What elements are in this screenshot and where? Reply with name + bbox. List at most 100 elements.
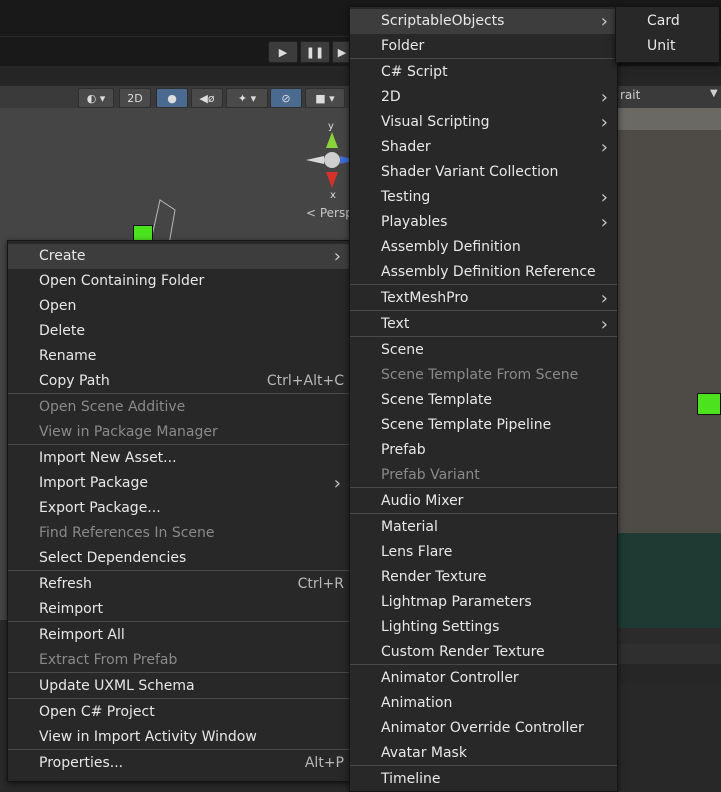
menu-item-avatar-mask[interactable]: Avatar Mask xyxy=(350,741,617,766)
menu-item-c-script[interactable]: C# Script xyxy=(350,60,617,85)
menu-item-find-references-in-scene: Find References In Scene xyxy=(8,521,350,546)
menu-item-textmeshpro[interactable]: TextMeshPro › xyxy=(350,286,617,311)
menu-item-animation[interactable]: Animation xyxy=(350,691,617,716)
menu-item-text[interactable]: Text › xyxy=(350,312,617,337)
menu-item-delete[interactable]: Delete xyxy=(8,319,350,344)
menu-item-playables[interactable]: Playables › xyxy=(350,210,617,235)
aspect-dropdown-label[interactable]: rait xyxy=(620,88,640,102)
menu-item-2d[interactable]: 2D › xyxy=(350,85,617,110)
perspective-label[interactable]: < Persp xyxy=(306,206,353,220)
menu-item-lightmap-parameters[interactable]: Lightmap Parameters xyxy=(350,590,617,615)
menu-item-import-package[interactable]: Import Package › xyxy=(8,471,350,496)
menu-item-label: Scene Template xyxy=(381,392,493,408)
menu-item-folder[interactable]: Folder xyxy=(350,34,617,59)
menu-separator xyxy=(8,444,350,445)
menu-item-lens-flare[interactable]: Lens Flare xyxy=(350,540,617,565)
camera-dropdown[interactable]: ■ ▾ xyxy=(305,88,345,108)
menu-item-view-in-package-manager: View in Package Manager xyxy=(8,420,350,445)
menu-separator xyxy=(8,570,350,571)
menu-item-label: Visual Scripting xyxy=(381,114,490,130)
chevron-down-icon[interactable]: ▼ xyxy=(710,88,718,99)
menu-item-label: Custom Render Texture xyxy=(381,644,545,660)
menu-item-update-uxml-schema[interactable]: Update UXML Schema xyxy=(8,674,350,699)
menu-item-export-package[interactable]: Export Package... xyxy=(8,496,350,521)
menu-item-refresh[interactable]: Refresh Ctrl+R xyxy=(8,572,350,597)
menu-item-scene[interactable]: Scene xyxy=(350,338,617,363)
pause-button[interactable]: ❚❚ xyxy=(300,41,330,63)
menu-item-properties[interactable]: Properties... Alt+P xyxy=(8,751,350,776)
menu-item-view-in-import-activity-window[interactable]: View in Import Activity Window xyxy=(8,725,350,750)
menu-item-reimport[interactable]: Reimport xyxy=(8,597,350,622)
menu-item-label: Shader Variant Collection xyxy=(381,164,559,180)
menu-item-import-new-asset[interactable]: Import New Asset... xyxy=(8,446,350,471)
menu-separator xyxy=(350,765,617,766)
menu-item-render-texture[interactable]: Render Texture xyxy=(350,565,617,590)
menu-item-label: TextMeshPro xyxy=(381,290,469,306)
menu-item-shader-variant-collection[interactable]: Shader Variant Collection xyxy=(350,160,617,185)
menu-item-scene-template[interactable]: Scene Template xyxy=(350,388,617,413)
menu-item-open-c-project[interactable]: Open C# Project xyxy=(8,700,350,725)
menu-item-label: Assembly Definition xyxy=(381,239,521,255)
menu-item-label: Unit xyxy=(647,38,676,54)
menu-item-animator-controller[interactable]: Animator Controller xyxy=(350,666,617,691)
chevron-right-icon: › xyxy=(600,288,608,309)
menu-item-label: Prefab xyxy=(381,442,426,458)
menu-item-animator-override-controller[interactable]: Animator Override Controller xyxy=(350,716,617,741)
menu-item-copy-path[interactable]: Copy Path Ctrl+Alt+C xyxy=(8,369,350,394)
menu-item-material[interactable]: Material xyxy=(350,515,617,540)
menu-item-label: Export Package... xyxy=(39,500,161,516)
menu-item-testing[interactable]: Testing › xyxy=(350,185,617,210)
menu-item-lighting-settings[interactable]: Lighting Settings xyxy=(350,615,617,640)
menu-item-timeline[interactable]: Timeline xyxy=(350,767,617,792)
menu-item-assembly-definition[interactable]: Assembly Definition xyxy=(350,235,617,260)
menu-item-label: Text xyxy=(381,316,410,332)
menu-separator xyxy=(8,749,350,750)
menu-separator xyxy=(350,513,617,514)
panel-strip-2 xyxy=(617,664,721,684)
chevron-right-icon: › xyxy=(600,187,608,208)
menu-item-label: Open xyxy=(39,298,77,314)
menu-item-label: View in Package Manager xyxy=(39,424,218,440)
menu-item-label: Avatar Mask xyxy=(381,745,467,761)
menu-item-open[interactable]: Open xyxy=(8,294,350,319)
menu-item-label: Scene Template Pipeline xyxy=(381,417,552,433)
toggle-2d-button[interactable]: 2D xyxy=(119,88,151,108)
menu-item-scriptableobjects[interactable]: ScriptableObjects › xyxy=(350,9,617,34)
menu-item-open-containing-folder[interactable]: Open Containing Folder xyxy=(8,269,350,294)
green-object-game xyxy=(697,393,721,415)
menu-separator xyxy=(350,487,617,488)
menu-item-shortcut: Alt+P xyxy=(304,755,344,771)
menu-item-create[interactable]: Create › xyxy=(8,244,350,269)
menu-item-audio-mixer[interactable]: Audio Mixer xyxy=(350,489,617,514)
menu-item-label: Render Texture xyxy=(381,569,487,585)
menu-item-custom-render-texture[interactable]: Custom Render Texture xyxy=(350,640,617,665)
menu-item-reimport-all[interactable]: Reimport All xyxy=(8,623,350,648)
menu-item-assembly-definition-reference[interactable]: Assembly Definition Reference xyxy=(350,260,617,285)
game-view[interactable] xyxy=(617,108,721,533)
shading-mode-dropdown[interactable]: ◐ ▾ xyxy=(78,88,114,108)
chevron-right-icon: › xyxy=(333,246,341,267)
search-field[interactable] xyxy=(617,644,721,664)
menu-item-label: Card xyxy=(647,13,680,29)
menu-item-label: Assembly Definition Reference xyxy=(381,264,596,280)
effects-dropdown[interactable]: ✦ ▾ xyxy=(226,88,268,108)
menu-item-visual-scripting[interactable]: Visual Scripting › xyxy=(350,110,617,135)
menu-item-label: Reimport xyxy=(39,601,103,617)
lighting-toggle[interactable]: ● xyxy=(156,88,188,108)
menu-item-scene-template-pipeline[interactable]: Scene Template Pipeline xyxy=(350,413,617,438)
toggle-2d-label: 2D xyxy=(127,91,143,105)
menu-item-label: Animator Override Controller xyxy=(381,720,584,736)
play-icon: ▶ xyxy=(278,45,288,59)
menu-item-select-dependencies[interactable]: Select Dependencies xyxy=(8,546,350,571)
menu-item-shader[interactable]: Shader › xyxy=(350,135,617,160)
gizmo-x-label: x xyxy=(330,190,336,201)
menu-item-prefab[interactable]: Prefab xyxy=(350,438,617,463)
menu-item-card[interactable]: Card xyxy=(616,9,719,34)
audio-toggle[interactable]: ◀ø xyxy=(191,88,223,108)
chevron-right-icon: › xyxy=(600,87,608,108)
play-button[interactable]: ▶ xyxy=(268,41,298,63)
menu-item-unit[interactable]: Unit xyxy=(616,34,719,59)
scene-visibility-toggle[interactable]: ⊘ xyxy=(270,88,302,108)
menu-item-label: Open Scene Additive xyxy=(39,399,186,415)
menu-item-rename[interactable]: Rename xyxy=(8,344,350,369)
